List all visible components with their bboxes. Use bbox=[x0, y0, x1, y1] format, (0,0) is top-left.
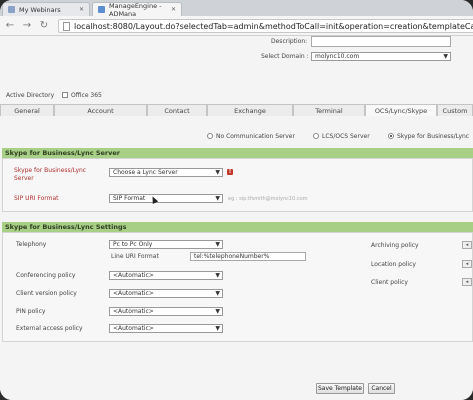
client-version-policy-select[interactable]: <Automatic> ▼ bbox=[109, 289, 223, 298]
chevron-down-icon: ▼ bbox=[215, 169, 220, 176]
close-tab-icon[interactable]: ✕ bbox=[171, 6, 176, 13]
tab-label: Custom bbox=[442, 106, 468, 115]
external-access-policy-value: <Automatic> bbox=[113, 325, 154, 332]
template-tabs: General Account Contact Exchange Termina… bbox=[0, 104, 473, 116]
browser-tab-webinars[interactable]: My Webinars ✕ bbox=[2, 2, 90, 16]
sip-uri-format-label: SIP URI Format bbox=[14, 195, 59, 202]
lync-server-label: Skype for Business/Lync Server bbox=[14, 167, 87, 182]
settings-section-header: Skype for Business/Lync Settings bbox=[2, 222, 473, 232]
tab-label: Contact bbox=[164, 106, 190, 115]
chevron-down-icon: ▼ bbox=[443, 53, 448, 60]
tab-contact[interactable]: Contact bbox=[147, 104, 207, 116]
telephony-select[interactable]: Pc to Pc Only ▼ bbox=[109, 240, 223, 249]
favicon-icon bbox=[8, 6, 15, 13]
tab-exchange[interactable]: Exchange bbox=[207, 104, 293, 116]
chevron-down-icon: ▼ bbox=[215, 241, 220, 248]
server-section-header: Skype for Business/Lync Server bbox=[2, 148, 473, 158]
lync-server-select[interactable]: Choose a Lync Server ▼ bbox=[109, 168, 223, 177]
page-content: Description: Select Domain : molync10.co… bbox=[0, 36, 473, 400]
tab-terminal[interactable]: Terminal bbox=[293, 104, 365, 116]
lcs-ocs-server-radio[interactable] bbox=[313, 133, 319, 139]
chevron-down-icon: ▼ bbox=[215, 290, 220, 297]
chevron-down-icon: ▼ bbox=[215, 195, 220, 202]
telephony-select-value: Pc to Pc Only bbox=[113, 241, 153, 248]
line-uri-format-field[interactable]: tel:%telephoneNumber% bbox=[190, 252, 306, 261]
domain-select-value: molync10.com bbox=[315, 53, 360, 60]
url-text: localhost:8080/Layout.do?selectedTab=adm… bbox=[74, 21, 473, 31]
skype-lync-label: Skype for Business/Lync bbox=[397, 133, 470, 140]
pin-policy-select[interactable]: <Automatic> ▼ bbox=[109, 307, 223, 316]
tab-label: General bbox=[14, 106, 40, 115]
client-version-policy-value: <Automatic> bbox=[113, 290, 154, 297]
chevron-down-icon: ▼ bbox=[215, 272, 220, 279]
client-version-policy-label: Client version policy bbox=[16, 290, 77, 297]
tab-ocs-lync-skype[interactable]: OCS/Lync/Skype bbox=[365, 104, 437, 116]
browser-tab-label: My Webinars bbox=[19, 5, 61, 14]
browser-tab-strip: My Webinars ✕ ManageEngine - ADMana ✕ bbox=[0, 0, 473, 18]
tab-label: OCS/Lync/Skype bbox=[374, 106, 428, 115]
tab-label: Terminal bbox=[315, 106, 343, 115]
lcs-ocs-server-label: LCS/OCS Server bbox=[322, 133, 370, 140]
description-field[interactable] bbox=[311, 36, 451, 47]
archiving-policy-expand-icon[interactable]: ◂ bbox=[462, 241, 472, 249]
tab-general[interactable]: General bbox=[0, 104, 54, 116]
address-bar[interactable]: localhost:8080/Layout.do?selectedTab=adm… bbox=[58, 19, 473, 33]
pin-policy-label: PIN policy bbox=[16, 308, 46, 315]
chevron-down-icon: ▼ bbox=[215, 308, 220, 315]
client-policy-expand-icon[interactable]: ◂ bbox=[462, 278, 472, 286]
tab-label: Exchange bbox=[234, 106, 266, 115]
skype-lync-radio[interactable] bbox=[388, 133, 394, 139]
forward-icon[interactable]: → bbox=[20, 19, 34, 33]
line-uri-format-label: Line URI Format bbox=[111, 253, 159, 260]
tab-account[interactable]: Account bbox=[54, 104, 147, 116]
browser-tab-manageengine[interactable]: ManageEngine - ADMana ✕ bbox=[92, 2, 182, 18]
conferencing-policy-label: Conferencing policy bbox=[16, 272, 76, 279]
archiving-policy-label: Archiving policy bbox=[371, 242, 419, 249]
pin-policy-value: <Automatic> bbox=[113, 308, 154, 315]
favicon-icon bbox=[98, 6, 105, 13]
page-icon bbox=[63, 21, 70, 31]
close-tab-icon[interactable]: ✕ bbox=[79, 6, 84, 13]
no-comm-server-label: No Communication Server bbox=[216, 133, 295, 140]
save-template-button[interactable]: Save Template bbox=[316, 383, 364, 394]
external-access-policy-label: External access policy bbox=[16, 325, 83, 332]
conferencing-policy-select[interactable]: <Automatic> ▼ bbox=[109, 271, 223, 280]
lync-server-select-value: Choose a Lync Server bbox=[113, 169, 178, 176]
conferencing-policy-value: <Automatic> bbox=[113, 272, 154, 279]
office365-label: Office 365 bbox=[71, 92, 102, 99]
back-icon[interactable]: ← bbox=[3, 19, 17, 33]
error-icon: ! bbox=[227, 169, 233, 175]
cancel-button[interactable]: Cancel bbox=[368, 383, 395, 394]
active-directory-label: Active Directory bbox=[6, 92, 55, 99]
reload-icon[interactable]: ↻ bbox=[37, 19, 51, 33]
chevron-down-icon: ▼ bbox=[215, 325, 220, 332]
browser-toolbar: ← → ↻ localhost:8080/Layout.do?selectedT… bbox=[0, 16, 473, 36]
client-policy-label: Client policy bbox=[371, 279, 408, 286]
screen-frame: My Webinars ✕ ManageEngine - ADMana ✕ ← … bbox=[0, 0, 473, 400]
sip-uri-format-value: SIP Format bbox=[113, 195, 146, 202]
description-label: Description: bbox=[271, 38, 308, 45]
tab-label: Account bbox=[87, 106, 114, 115]
no-comm-server-radio[interactable] bbox=[207, 133, 213, 139]
sip-uri-format-select[interactable]: SIP Format ▼ bbox=[109, 194, 223, 203]
sip-uri-hint: eg : sip:tfsmith@molync10.com bbox=[228, 196, 308, 202]
location-policy-label: Location policy bbox=[371, 261, 416, 268]
location-policy-expand-icon[interactable]: ◂ bbox=[462, 260, 472, 268]
office365-checkbox[interactable] bbox=[62, 92, 68, 98]
select-domain-label: Select Domain : bbox=[261, 53, 309, 60]
external-access-policy-select[interactable]: <Automatic> ▼ bbox=[109, 324, 223, 333]
telephony-label: Telephony bbox=[16, 241, 47, 248]
domain-select[interactable]: molync10.com ▼ bbox=[311, 52, 451, 61]
tab-custom[interactable]: Custom bbox=[437, 104, 473, 116]
